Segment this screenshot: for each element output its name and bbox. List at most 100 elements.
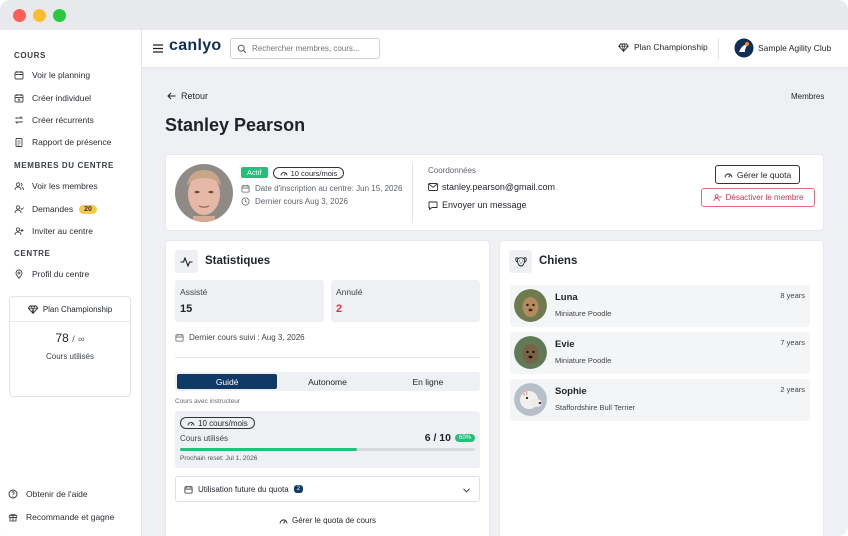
clock-icon (241, 197, 250, 206)
demandes-count-badge: 20 (79, 204, 97, 214)
close-window-dot[interactable] (13, 9, 26, 22)
plan-badge-label: 10 cours/mois (290, 168, 338, 178)
attended-value: 15 (180, 303, 193, 315)
plan-caption: Cours utilisés (45, 352, 94, 361)
minimize-window-dot[interactable] (33, 9, 46, 22)
cancelled-value: 2 (336, 303, 343, 315)
topbar-divider (718, 38, 719, 60)
email-link[interactable]: stanley.pearson@gmail.com (428, 182, 555, 192)
maximize-window-dot[interactable] (53, 9, 66, 22)
dog-icon-box (509, 250, 532, 273)
deactivate-label: Désactiver le membre (725, 193, 804, 202)
club-name: Sample Agility Club (758, 43, 832, 53)
dog-row[interactable]: Sophie Staffordshire Bull Terrier 2 year… (510, 379, 810, 421)
message-icon (428, 201, 438, 210)
profile-card: Actif 10 cours/mois Date d'inscription a… (165, 154, 824, 231)
sidebar-item-label: Inviter au centre (32, 226, 93, 236)
calendar-icon (14, 71, 24, 80)
calendar-icon (175, 333, 184, 342)
back-label: Retour (181, 91, 209, 101)
profile-divider (412, 163, 413, 223)
section-centre: CENTRE (14, 249, 51, 258)
dog-row[interactable]: Luna Miniature Poodle 8 years (510, 285, 810, 327)
search-icon (237, 44, 247, 53)
sidebar-item-rapport[interactable]: Rapport de présence (14, 133, 111, 151)
manage-quota-label: Gérer le quota (736, 169, 792, 180)
search-box[interactable] (230, 38, 380, 59)
dogs-title: Chiens (539, 255, 578, 267)
sidebar-item-label: Créer récurrents (32, 115, 94, 125)
user-check-icon (14, 205, 24, 214)
calendar-icon (184, 485, 193, 494)
breadcrumb[interactable]: Membres (791, 92, 824, 101)
dog-name: Evie (555, 339, 575, 350)
topbar-plan[interactable]: Plan Championship (618, 42, 708, 52)
manage-quota-button[interactable]: Gérer le quota (715, 165, 800, 184)
diamond-icon (27, 305, 38, 314)
dog-row[interactable]: Evie Miniature Poodle 7 years (510, 332, 810, 374)
last-followed: Dernier cours suivi : Aug 3, 2026 (175, 333, 305, 342)
section-cours: COURS (14, 51, 46, 60)
send-message-link[interactable]: Envoyer un message (428, 200, 527, 210)
title-bar (0, 0, 848, 30)
sidebar-item-profil-centre[interactable]: Profil du centre (14, 265, 89, 283)
deactivate-member-button[interactable]: Désactiver le membre (701, 188, 815, 207)
future-usage-badge: 2 (293, 485, 304, 493)
joined-label: Date d'inscription au centre: Jun 15, 20… (255, 184, 403, 193)
sidebar-item-label: Voir le planning (32, 70, 91, 80)
sidebar-item-inviter[interactable]: Inviter au centre (14, 222, 93, 240)
manage-course-quota-link[interactable]: Gérer le quota de cours (166, 516, 489, 525)
logo[interactable]: canlyo (169, 37, 222, 55)
dog-age: 2 years (780, 385, 805, 394)
status-badge: Actif (241, 167, 268, 178)
activity-icon-box (175, 250, 198, 273)
back-link[interactable]: Retour (167, 91, 208, 101)
sidebar: COURS Voir le planning Créer individuel … (0, 30, 142, 536)
tab-autonome[interactable]: Autonome (277, 374, 377, 389)
dogs-card: Chiens Luna Miniature Poodle 8 years Evi… (499, 240, 824, 536)
plan-card-header: Plan Championship (10, 297, 130, 322)
plan-usage-card: Plan Championship 78 / ∞ Cours utilisés (9, 296, 131, 397)
refer-label: Recommande et gagne (26, 512, 115, 522)
refer-link[interactable]: Recommande et gagne (8, 508, 114, 526)
logo-text: canlyo (169, 37, 222, 54)
sidebar-item-creer-recurrents[interactable]: Créer récurrents (14, 111, 94, 129)
tab-en-ligne[interactable]: En ligne (378, 374, 478, 389)
future-usage-accordion[interactable]: Utilisation future du quota 2 (175, 476, 480, 502)
sidebar-item-creer-individuel[interactable]: Créer individuel (14, 89, 91, 107)
club-logo-icon (734, 38, 754, 58)
stats-card: Statistiques Assisté 15 Annulé 2 Dernier… (165, 240, 490, 536)
menu-icon[interactable] (153, 44, 163, 53)
users-icon (14, 182, 24, 191)
user-plus-icon (14, 227, 24, 236)
reset-label: Prochain reset: Jul 1, 2026 (180, 455, 258, 462)
tab-guide[interactable]: Guidé (177, 374, 278, 389)
used-value: 6 / 10 (424, 432, 451, 444)
mail-icon (428, 183, 438, 191)
sidebar-item-planning[interactable]: Voir le planning (14, 66, 90, 84)
dog-photo (514, 336, 547, 369)
quota-progress-fill (180, 448, 357, 451)
class-type-tabs: Guidé Autonome En ligne (175, 372, 480, 391)
dog-photo (514, 289, 547, 322)
topbar-plan-label: Plan Championship (634, 42, 708, 52)
stats-divider (175, 357, 480, 358)
sidebar-item-label: Rapport de présence (32, 137, 112, 147)
dog-age: 8 years (780, 291, 805, 300)
chevron-down-icon (463, 488, 470, 493)
quota-badge-label: 10 cours/mois (198, 418, 248, 428)
help-link[interactable]: Obtenir de l'aide (8, 485, 88, 503)
plan-usage-count: 78 / ∞ (10, 331, 130, 345)
club-switcher[interactable]: Sample Agility Club (734, 38, 831, 58)
message-label: Envoyer un message (442, 200, 527, 210)
sidebar-item-voir-membres[interactable]: Voir les membres (14, 177, 98, 195)
sidebar-item-label: Créer individuel (32, 93, 92, 103)
sidebar-item-label: Demandes (32, 204, 74, 214)
activity-icon (180, 256, 193, 267)
contact-heading: Coordonnées (428, 166, 477, 175)
search-input[interactable] (252, 44, 378, 53)
quota-usage-box: 10 cours/mois Cours utilisés 6 / 10 60% … (175, 411, 480, 468)
gauge-icon (280, 172, 288, 176)
sidebar-item-demandes[interactable]: Demandes 20 (14, 200, 97, 218)
calendar-plus-icon (14, 94, 24, 103)
